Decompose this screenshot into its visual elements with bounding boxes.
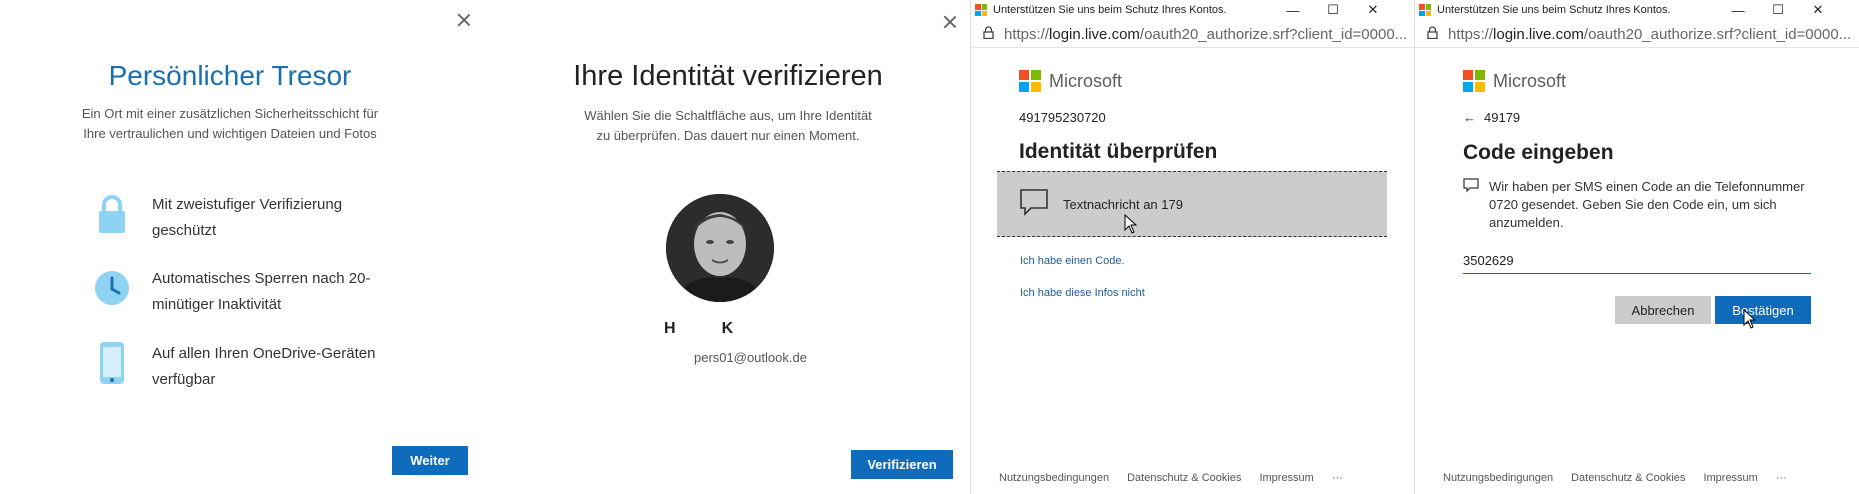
account-id: 491795230720 [1019,110,1106,125]
sms-info: Wir haben per SMS einen Code an die Tele… [1463,178,1805,232]
footer-imprint-link[interactable]: Impressum [1259,472,1313,484]
sms-verification-option[interactable]: Textnachricht an 179 [997,171,1387,237]
page-heading: Identität überprüfen [1019,140,1218,163]
user-first-initial: H [664,320,676,337]
footer-more-icon[interactable]: ··· [1776,472,1787,484]
address-bar[interactable]: https://login.live.com/oauth20_authorize… [1415,22,1859,48]
window-controls: — ☐ ✕ [1718,0,1838,20]
verify-identity-dialog: Ihre Identität verifizieren Wählen Sie d… [486,0,970,494]
page-subtitle: Wählen Sie die Schaltfläche aus, um Ihre… [584,108,872,143]
close-window-icon[interactable]: ✕ [1353,2,1393,18]
cancel-button[interactable]: Abbrechen [1615,296,1711,324]
phone-icon [94,341,130,385]
back-button[interactable]: ← 49179 [1463,110,1520,125]
back-arrow-icon: ← [1463,110,1476,125]
verify-button[interactable]: Verifizieren [851,450,953,479]
brand-name: Microsoft [1049,70,1123,91]
footer-imprint-link[interactable]: Impressum [1703,472,1757,484]
window-title: Unterstützen Sie uns beim Schutz Ihres K… [993,4,1227,16]
mouse-cursor-icon [1743,309,1757,329]
microsoft-logo-icon [1419,4,1431,16]
feature-auto-lock: Automatisches Sperren nach 20-minütiger … [94,266,392,318]
close-icon[interactable] [456,12,472,28]
microsoft-logo-icon [975,4,987,16]
feature-text: Auf allen Ihren OneDrive-Geräten verfügb… [152,345,376,388]
message-icon [1019,188,1049,221]
brand-name: Microsoft [1493,70,1567,91]
close-icon[interactable] [942,14,958,30]
user-email: pers01@outlook.de [694,350,807,365]
maximize-icon[interactable]: ☐ [1313,2,1353,18]
page-subtitle: Ein Ort mit einer zusätzlichen Sicherhei… [81,106,379,141]
feature-two-step: Mit zweistufiger Verifizierung geschützt [94,192,392,244]
maximize-icon[interactable]: ☐ [1758,2,1798,18]
url-host: login.live.com [1493,26,1584,43]
microsoft-logo-icon [1019,70,1041,92]
close-window-icon[interactable]: ✕ [1798,2,1838,18]
option-label: Textnachricht an 179 [1063,196,1183,212]
microsoft-brand: Microsoft [1463,70,1566,92]
clock-icon [94,266,130,310]
url-rest: /oauth20_authorize.srf?client_id=0000... [1583,26,1852,43]
minimize-icon[interactable]: — [1718,3,1758,18]
url-host: login.live.com [1049,26,1140,43]
lock-icon [1427,26,1438,43]
browser-window-verify: Unterstützen Sie uns beim Schutz Ihres K… [970,0,1414,494]
have-code-link[interactable]: Ich habe einen Code. [1020,255,1125,267]
microsoft-logo-icon [1463,70,1485,92]
footer: Nutzungsbedingungen Datenschutz & Cookie… [1443,472,1787,484]
url-prefix: https:// [1004,26,1050,43]
footer: Nutzungsbedingungen Datenschutz & Cookie… [999,472,1343,484]
continue-button[interactable]: Weiter [392,446,468,475]
footer-privacy-link[interactable]: Datenschutz & Cookies [1127,472,1241,484]
user-name: H K [664,320,733,338]
message-icon [1463,178,1479,232]
window-controls: — ☐ ✕ [1273,0,1393,20]
page-title: Ihre Identität verifizieren [573,60,883,92]
browser-window-code: Unterstützen Sie uns beim Schutz Ihres K… [1414,0,1859,494]
feature-devices: Auf allen Ihren OneDrive-Geräten verfügb… [94,341,392,393]
footer-terms-link[interactable]: Nutzungsbedingungen [1443,472,1553,484]
account-id: 49179 [1484,110,1521,125]
url-rest: /oauth20_authorize.srf?client_id=0000... [1139,26,1408,43]
avatar [666,194,774,302]
feature-text: Automatisches Sperren nach 20-minütiger … [152,270,371,313]
lock-icon [94,192,130,236]
code-input[interactable] [1463,248,1811,274]
page-title: Persönlicher Tresor [108,60,352,91]
info-text: Wir haben per SMS einen Code an die Tele… [1489,179,1805,230]
footer-more-icon[interactable]: ··· [1332,472,1343,484]
feature-text: Mit zweistufiger Verifizierung geschützt [152,196,343,239]
microsoft-brand: Microsoft [1019,70,1122,92]
minimize-icon[interactable]: — [1273,3,1313,18]
address-bar[interactable]: https://login.live.com/oauth20_authorize… [971,22,1414,48]
page-heading: Code eingeben [1463,141,1614,164]
user-last-initial: K [721,320,734,337]
footer-terms-link[interactable]: Nutzungsbedingungen [999,472,1109,484]
lock-icon [983,26,994,43]
footer-privacy-link[interactable]: Datenschutz & Cookies [1571,472,1685,484]
mouse-cursor-icon [1124,214,1138,234]
no-info-link[interactable]: Ich habe diese Infos nicht [1020,287,1145,299]
url-prefix: https:// [1448,26,1494,43]
confirm-button[interactable]: Bestätigen [1715,296,1811,324]
window-title: Unterstützen Sie uns beim Schutz Ihres K… [1437,4,1671,16]
personal-vault-dialog: Persönlicher Tresor Ein Ort mit einer zu… [0,0,484,494]
